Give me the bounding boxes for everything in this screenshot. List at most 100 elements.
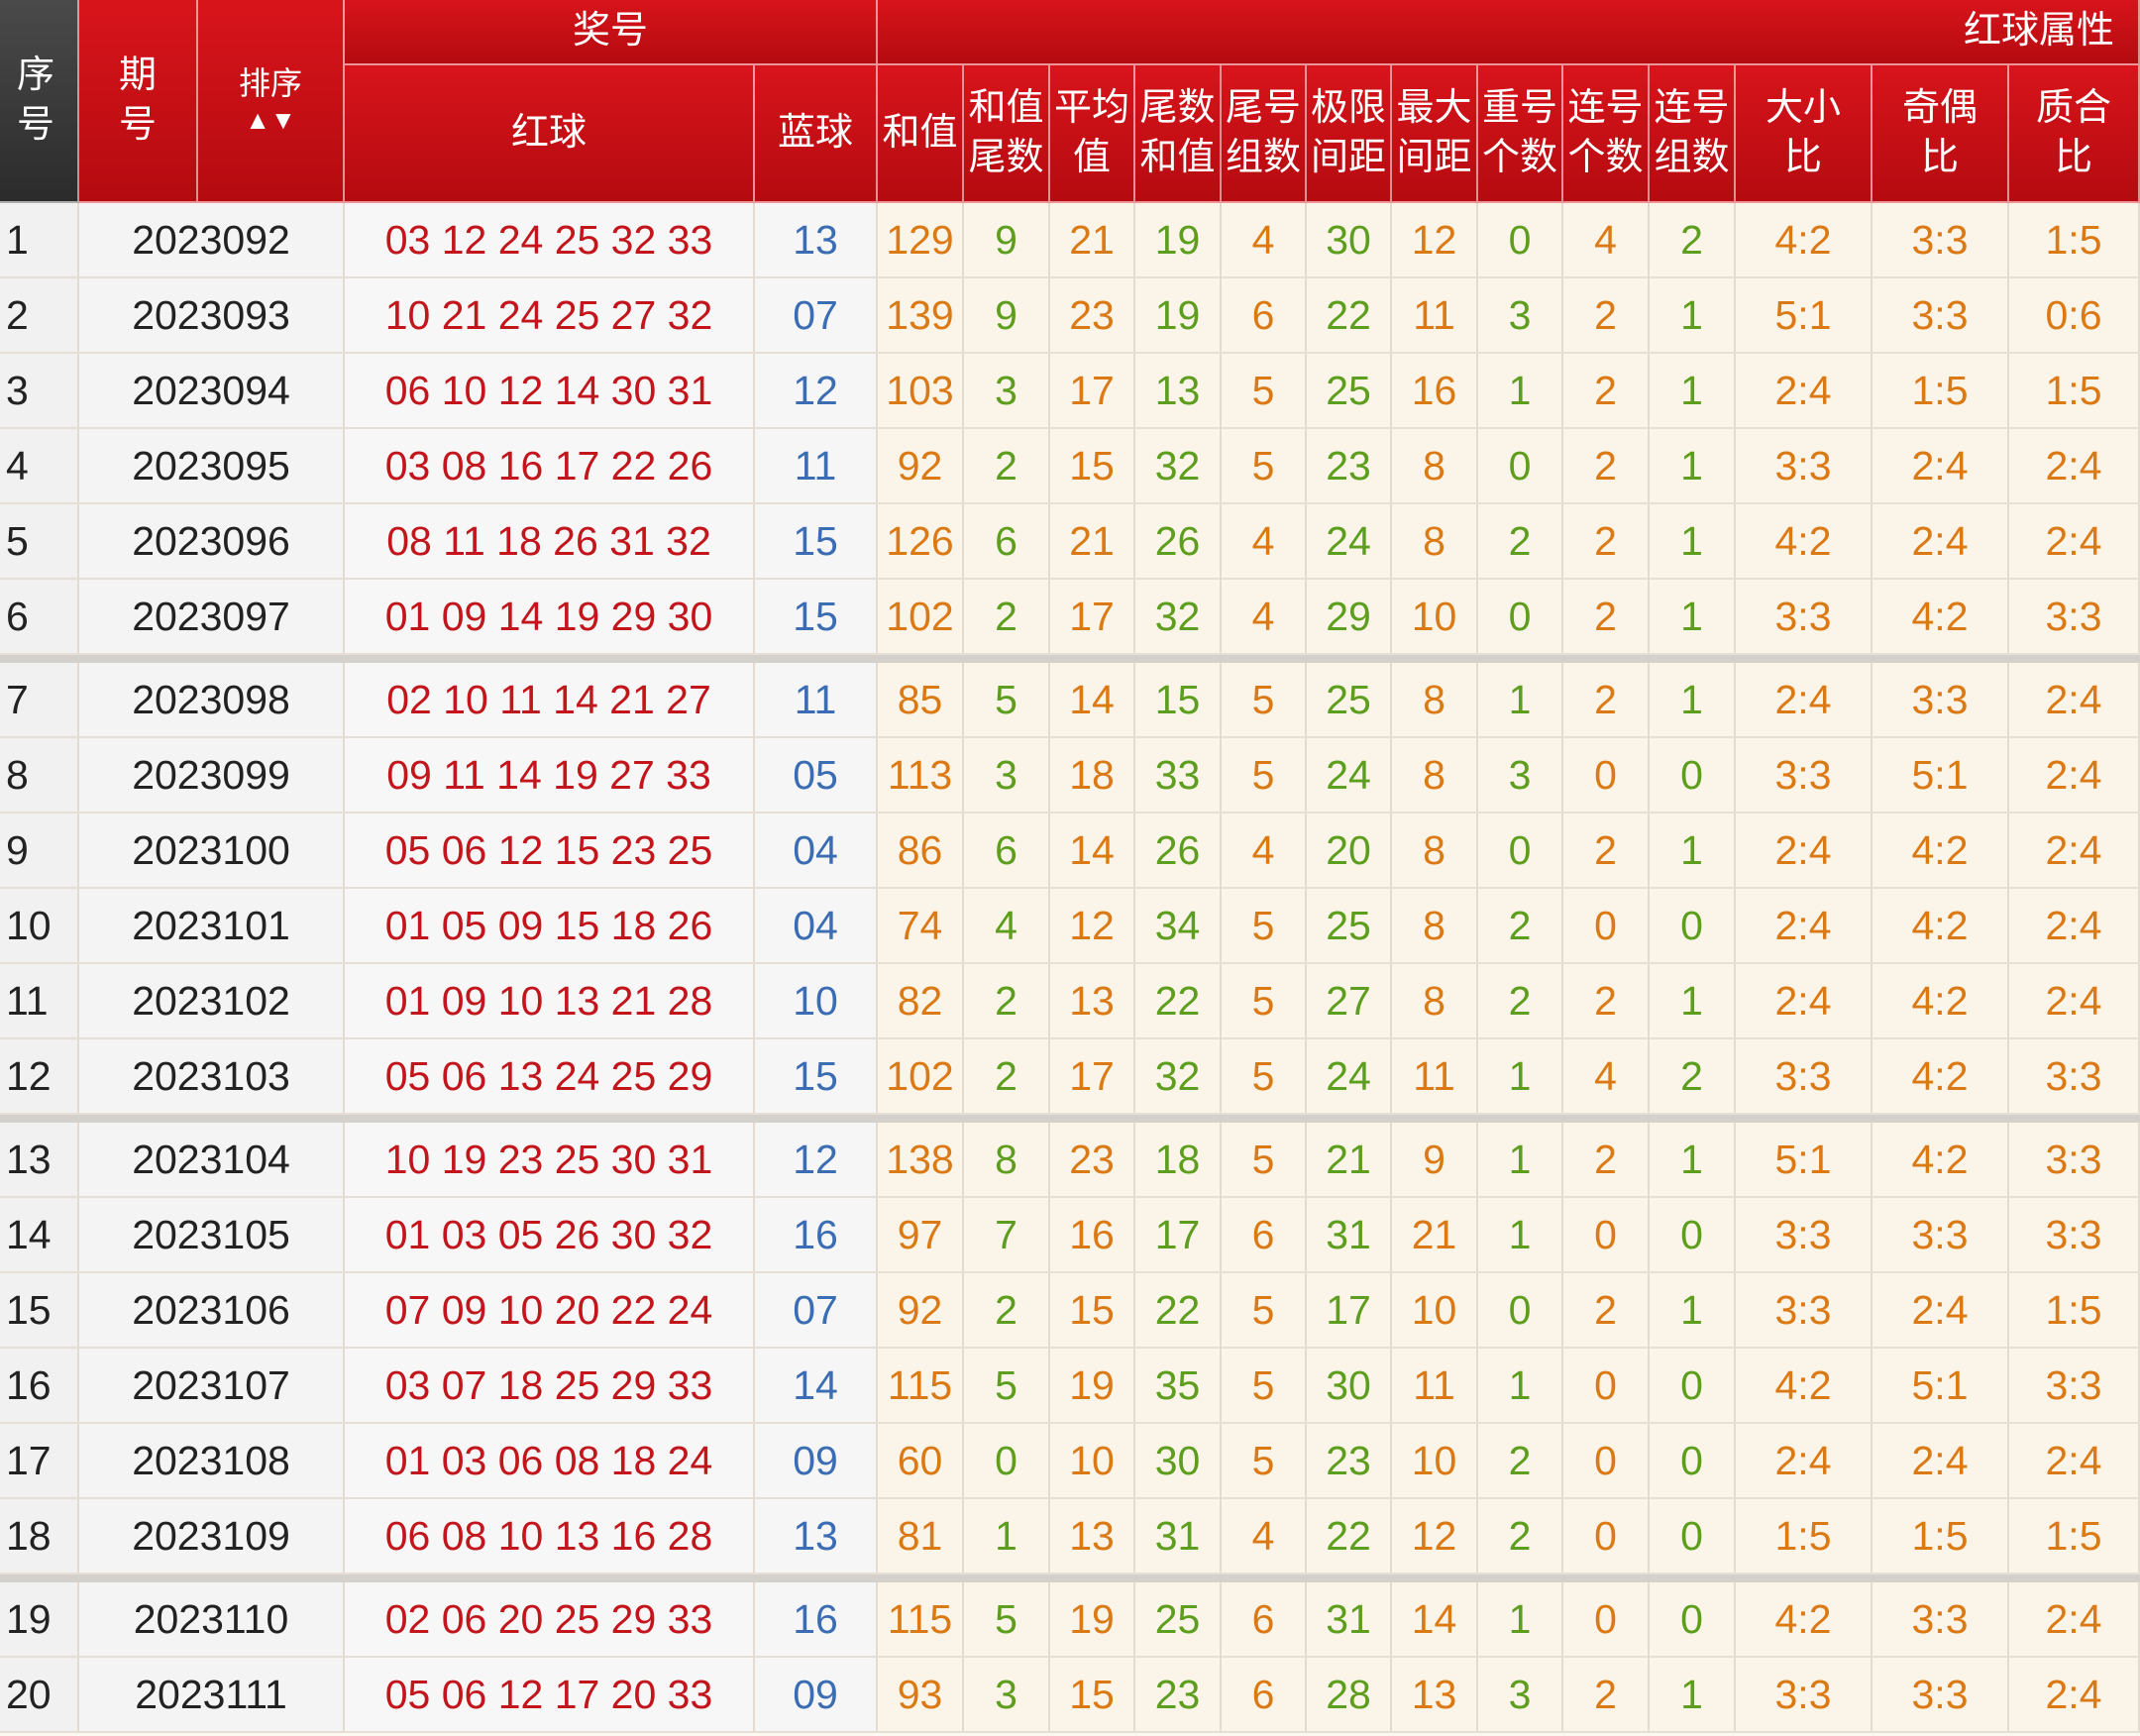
table-row[interactable]: 6 2023097 01 09 14 19 29 30 15 102 2 17 32 4 29 10…: [0, 580, 2140, 655]
blue-ball-cell: 16: [755, 1198, 878, 1271]
attr-cell: 3:3: [2009, 1123, 2140, 1196]
red-balls-cell: 02 10 11 14 21 27: [345, 663, 755, 736]
table-row[interactable]: 10 2023101 01 05 09 15 18 26 04 74 4 12 34 5 25 8 2…: [0, 889, 2140, 964]
attr-cell: 3:3: [1872, 1658, 2009, 1731]
attr-cell: 5:1: [1872, 1349, 2009, 1422]
attr-cell: 0: [1563, 1499, 1650, 1573]
attr-cell: 4:2: [1736, 504, 1872, 578]
period-cell: 2023101: [79, 889, 345, 962]
red-balls-cell: 09 11 14 19 27 33: [345, 738, 755, 812]
table-row[interactable]: 17 2023108 01 03 06 08 18 24 09 60 0 10 30 5 23 10…: [0, 1424, 2140, 1499]
attr-cell: 81: [878, 1499, 964, 1573]
red-balls-cell: 01 09 14 19 29 30: [345, 580, 755, 653]
seq-cell: 16: [0, 1349, 79, 1422]
attr-cell: 2:4: [2009, 738, 2140, 812]
blue-ball-cell: 12: [755, 354, 878, 427]
attr-cell: 9: [964, 278, 1050, 352]
red-balls-cell: 01 03 05 26 30 32: [345, 1198, 755, 1271]
red-balls-cell: 05 06 12 15 23 25: [345, 814, 755, 887]
header-attr-col: 质合 比: [2009, 65, 2140, 203]
table-row[interactable]: 19 2023110 02 06 20 25 29 33 16 115 5 19 25 6 31 1…: [0, 1582, 2140, 1658]
period-cell: 2023093: [79, 278, 345, 352]
attr-cell: 31: [1307, 1198, 1392, 1271]
attr-cell: 4:2: [1736, 203, 1872, 276]
table-row[interactable]: 2 2023093 10 21 24 25 27 32 07 139 9 23 19 6 22 11…: [0, 278, 2140, 354]
seq-cell: 13: [0, 1123, 79, 1196]
header-attr-col: 重号 个数: [1478, 65, 1563, 203]
table-row[interactable]: 14 2023105 01 03 05 26 30 32 16 97 7 16 17 6 31 21…: [0, 1198, 2140, 1273]
table-row[interactable]: 5 2023096 08 11 18 26 31 32 15 126 6 21 26 4 24 8 2…: [0, 504, 2140, 580]
attr-cell: 3: [1478, 738, 1563, 812]
table-row[interactable]: 4 2023095 03 08 16 17 22 26 11 92 2 15 32 5 23 8 0 2…: [0, 429, 2140, 504]
attr-cell: 12: [1050, 889, 1135, 962]
attr-cell: 2:4: [1736, 663, 1872, 736]
attr-cell: 2:4: [2009, 504, 2140, 578]
sort-button[interactable]: 排序 ▲▼: [198, 0, 345, 203]
attr-cell: 3:3: [1736, 738, 1872, 812]
group-separator: [0, 1115, 2140, 1123]
attr-cell: 2: [1478, 504, 1563, 578]
red-balls-cell: 05 06 12 17 20 33: [345, 1658, 755, 1731]
table-row[interactable]: 16 2023107 03 07 18 25 29 33 14 115 5 19 35 5 30 1…: [0, 1349, 2140, 1424]
red-balls-cell: 05 06 13 24 25 29: [345, 1039, 755, 1113]
header-blue: 蓝球: [755, 65, 878, 203]
header-attr-col: 连号 组数: [1650, 65, 1736, 203]
attr-cell: 32: [1135, 580, 1222, 653]
attr-cell: 18: [1135, 1123, 1222, 1196]
seq-cell: 12: [0, 1039, 79, 1113]
attr-cell: 138: [878, 1123, 964, 1196]
attr-cell: 5: [1222, 354, 1307, 427]
attr-cell: 0: [1650, 1582, 1736, 1656]
period-cell: 2023102: [79, 964, 345, 1037]
header-attr-col: 奇偶 比: [1872, 65, 2009, 203]
attr-cell: 1: [1478, 1123, 1563, 1196]
table-row[interactable]: 1 2023092 03 12 24 25 32 33 13 129 9 21 19 4 30 12…: [0, 203, 2140, 278]
attr-cell: 2: [1650, 203, 1736, 276]
period-cell: 2023100: [79, 814, 345, 887]
table-row[interactable]: 12 2023103 05 06 13 24 25 29 15 102 2 17 32 5 24 1…: [0, 1039, 2140, 1115]
attr-cell: 3:3: [1736, 1658, 1872, 1731]
attr-cell: 2:4: [1736, 814, 1872, 887]
table-row[interactable]: 20 2023111 05 06 12 17 20 33 09 93 3 15 23 6 28 13…: [0, 1658, 2140, 1733]
table-row[interactable]: 9 2023100 05 06 12 15 23 25 04 86 6 14 26 4 20 8 0 2…: [0, 814, 2140, 889]
table-row[interactable]: 3 2023094 06 10 12 14 30 31 12 103 3 17 13 5 25 16…: [0, 354, 2140, 429]
attr-cell: 2: [964, 964, 1050, 1037]
attr-cell: 3:3: [1736, 1273, 1872, 1347]
attr-cell: 139: [878, 278, 964, 352]
attr-cell: 22: [1307, 1499, 1392, 1573]
attr-cell: 19: [1050, 1582, 1135, 1656]
table-row[interactable]: 13 2023104 10 19 23 25 30 31 12 138 8 23 18 5 21 9…: [0, 1123, 2140, 1198]
attr-cell: 0: [1650, 1198, 1736, 1271]
attr-cell: 1:5: [1872, 354, 2009, 427]
red-balls-cell: 01 05 09 15 18 26: [345, 889, 755, 962]
blue-ball-cell: 05: [755, 738, 878, 812]
attr-cell: 22: [1135, 964, 1222, 1037]
blue-ball-cell: 07: [755, 1273, 878, 1347]
seq-cell: 3: [0, 354, 79, 427]
attr-cell: 102: [878, 1039, 964, 1113]
attr-cell: 2:4: [1736, 889, 1872, 962]
table-row[interactable]: 15 2023106 07 09 10 20 22 24 07 92 2 15 22 5 17 10…: [0, 1273, 2140, 1349]
attr-cell: 5: [964, 1582, 1050, 1656]
attr-cell: 11: [1392, 1039, 1478, 1113]
table-row[interactable]: 18 2023109 06 08 10 13 16 28 13 81 1 13 31 4 22 12…: [0, 1499, 2140, 1574]
attr-cell: 14: [1050, 814, 1135, 887]
attr-cell: 0: [1650, 1349, 1736, 1422]
attr-cell: 2: [1478, 964, 1563, 1037]
table-row[interactable]: 8 2023099 09 11 14 19 27 33 05 113 3 18 33 5 24 8 3…: [0, 738, 2140, 814]
attr-cell: 25: [1307, 889, 1392, 962]
attr-cell: 12: [1392, 203, 1478, 276]
attr-cell: 21: [1050, 203, 1135, 276]
attr-cell: 17: [1307, 1273, 1392, 1347]
attr-cell: 5: [1222, 1123, 1307, 1196]
seq-cell: 8: [0, 738, 79, 812]
attr-cell: 5: [1222, 1424, 1307, 1497]
table-row[interactable]: 11 2023102 01 09 10 13 21 28 10 82 2 13 22 5 27 8 2…: [0, 964, 2140, 1039]
table-row[interactable]: 7 2023098 02 10 11 14 21 27 11 85 5 14 15 5 25 8 1 2…: [0, 663, 2140, 738]
attr-cell: 1: [1650, 1123, 1736, 1196]
blue-ball-cell: 09: [755, 1658, 878, 1731]
red-balls-cell: 08 11 18 26 31 32: [345, 504, 755, 578]
seq-cell: 2: [0, 278, 79, 352]
blue-ball-cell: 04: [755, 889, 878, 962]
blue-ball-cell: 10: [755, 964, 878, 1037]
